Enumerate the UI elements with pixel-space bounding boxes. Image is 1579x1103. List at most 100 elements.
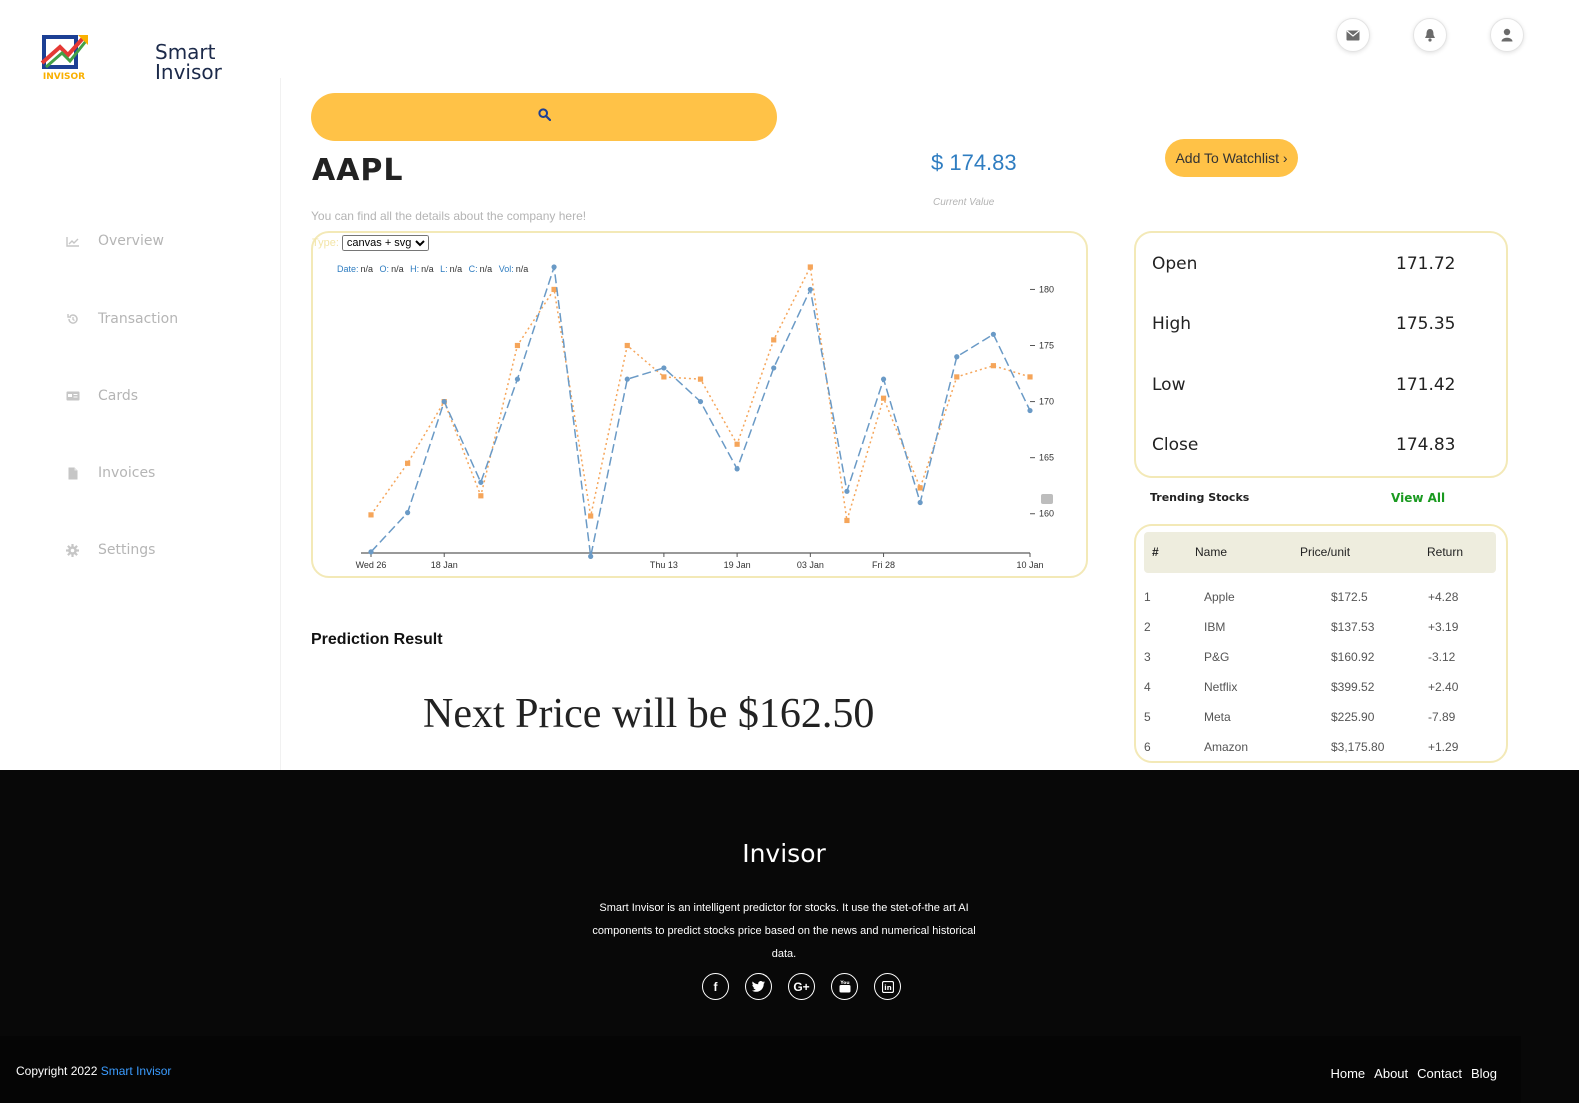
table-header: # Name Price/unit Return (1144, 532, 1496, 573)
series-2-point (588, 513, 594, 519)
svg-text:You: You (839, 980, 849, 986)
row-price: $399.52 (1331, 680, 1375, 694)
series-2-point (771, 337, 777, 343)
legend-c-val: n/a (480, 264, 493, 274)
chart-type-select[interactable]: canvas + svg (341, 235, 429, 251)
series-1-point (954, 354, 960, 360)
row-return: -3.12 (1428, 650, 1456, 664)
row-num: 5 (1144, 710, 1151, 724)
series-1-point (478, 479, 484, 485)
legend-l-val: n/a (450, 264, 463, 274)
series-1-point (368, 549, 374, 555)
file-icon (65, 466, 80, 481)
x-tick-label: 19 Jan (724, 560, 751, 570)
row-num: 2 (1144, 620, 1151, 634)
footer-title: Invisor (742, 839, 826, 868)
legend-date-val: n/a (361, 264, 374, 274)
row-num: 3 (1144, 650, 1151, 664)
sidebar-item-overview[interactable]: Overview (65, 233, 164, 249)
company-tagline: You can find all the details about the c… (311, 209, 587, 223)
series-1-point (880, 376, 887, 382)
search-icon[interactable] (537, 108, 551, 126)
google-plus-icon[interactable]: G+ (788, 973, 815, 1000)
series-2-point (990, 363, 996, 369)
youtube-icon[interactable]: You (831, 973, 858, 1000)
prediction-result: Next Price will be $162.50 (423, 691, 875, 737)
footer-nav: Home About Contact Blog (1330, 1066, 1497, 1081)
footer-link-blog[interactable]: Blog (1471, 1066, 1497, 1081)
y-tick-label: 160 (1039, 509, 1054, 519)
linkedin-icon[interactable]: in (874, 973, 901, 1000)
copyright-text: Copyright 2022 (16, 1064, 98, 1078)
series-2-point (844, 517, 850, 524)
brand-line-1: Smart (155, 40, 216, 64)
row-name: Apple (1204, 590, 1235, 604)
series-1-point (551, 264, 557, 270)
footer-desc-line: components to predict stocks price based… (592, 925, 976, 937)
price-chart[interactable]: Date: n/a O: n/a H: n/a L: n/a C: n/a Vol: n/a… (311, 231, 1088, 578)
y-tick-label: 175 (1039, 341, 1054, 351)
y-tick-label: 165 (1039, 453, 1054, 463)
series-1-point (661, 365, 667, 371)
footer-desc-line: Smart Invisor is an intelligent predicto… (599, 902, 969, 914)
series-2-point (478, 493, 484, 499)
row-return: +2.40 (1428, 680, 1459, 694)
sidebar-item-transaction[interactable]: Transaction (65, 311, 178, 327)
legend-c-key: C: (469, 264, 478, 274)
legend-h-key: H: (410, 264, 419, 274)
footer-desc-line: data. (771, 948, 797, 960)
current-price: $ 174.83 (931, 150, 1017, 175)
sidebar-item-invoices[interactable]: Invoices (65, 465, 155, 481)
row-return: +1.29 (1428, 740, 1459, 754)
ohlc-card: Open 171.72 High 175.35 Low 171.42 Close… (1134, 231, 1508, 478)
footer-link-about[interactable]: About (1374, 1066, 1408, 1081)
card-icon (65, 389, 80, 404)
row-name: Netflix (1204, 680, 1238, 694)
series-2-line (370, 264, 1031, 521)
copyright: Copyright 2022 Smart Invisor (16, 1064, 171, 1078)
footer-bottom-bar (0, 1036, 1521, 1103)
row-price: $172.5 (1331, 590, 1368, 604)
header-price: Price/unit (1300, 545, 1351, 559)
ohlc-value: 171.42 (1396, 375, 1456, 395)
series-1-point (405, 510, 411, 516)
sidebar-item-settings[interactable]: Settings (65, 542, 155, 558)
bell-icon[interactable] (1413, 18, 1447, 52)
series-2-point (917, 485, 923, 491)
series-1-line (370, 266, 1031, 557)
chart-line-icon (65, 234, 80, 249)
trending-table: # Name Price/unit Return 1 Apple $172.5 +4.… (1134, 524, 1508, 763)
series-2-point (880, 395, 887, 401)
row-return: +4.28 (1428, 590, 1459, 604)
row-num: 6 (1144, 740, 1151, 754)
footer-link-home[interactable]: Home (1330, 1066, 1365, 1081)
gear-icon (65, 543, 80, 558)
sidebar-item-cards[interactable]: Cards (65, 388, 138, 404)
search-bar[interactable] (311, 93, 777, 141)
series-1-point (624, 376, 630, 382)
series-1-point (697, 398, 704, 405)
legend-l-key: L: (440, 264, 448, 274)
chart-menu-icon[interactable] (1041, 494, 1053, 504)
ohlc-label: Open (1152, 254, 1198, 274)
header-name: Name (1195, 545, 1228, 559)
add-to-watchlist-button[interactable]: Add To Watchlist › (1165, 139, 1298, 177)
ohlc-row-open: Open 171.72 (1152, 254, 1490, 274)
facebook-icon[interactable]: f (702, 973, 729, 1000)
user-icon[interactable] (1490, 18, 1524, 52)
twitter-icon[interactable] (745, 973, 772, 1000)
series-2-point (807, 264, 813, 270)
prediction-title: Prediction Result (311, 631, 443, 648)
view-all-link[interactable]: View All (1391, 491, 1445, 505)
copyright-brand-link[interactable]: Smart Invisor (101, 1064, 172, 1078)
ohlc-row-low: Low 171.42 (1152, 375, 1490, 395)
row-price: $225.90 (1331, 710, 1375, 724)
y-tick-label: 180 (1039, 284, 1054, 294)
series-2-point (1027, 374, 1033, 380)
mail-icon[interactable] (1336, 18, 1370, 52)
footer-description: Smart Invisor is an intelligent predicto… (576, 897, 992, 966)
ohlc-value: 175.35 (1396, 314, 1456, 334)
footer-link-contact[interactable]: Contact (1417, 1066, 1462, 1081)
series-1-point (771, 365, 777, 371)
row-price: $160.92 (1331, 650, 1375, 664)
